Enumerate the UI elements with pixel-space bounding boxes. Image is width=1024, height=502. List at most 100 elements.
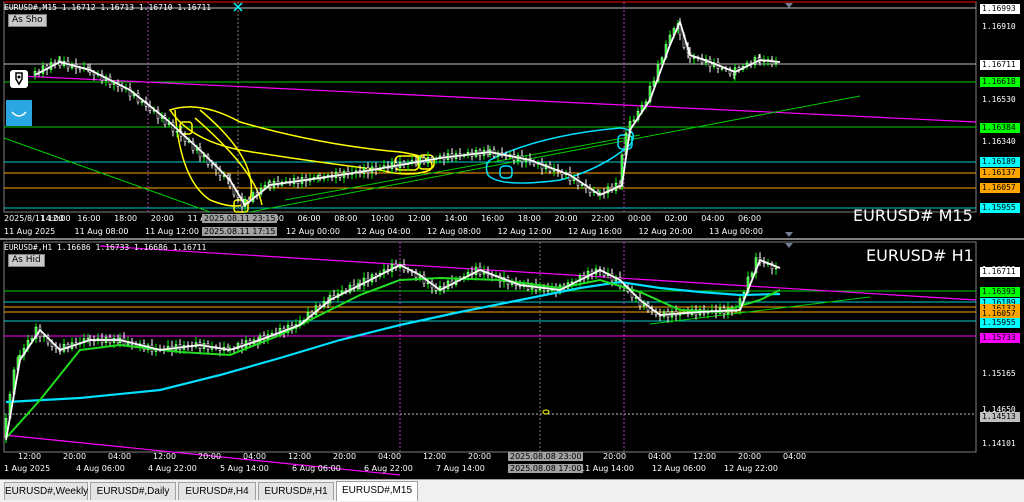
pen-icon[interactable] — [10, 70, 28, 88]
m15-chart-canvas[interactable] — [0, 0, 1024, 238]
time-label: 04:00 — [378, 452, 402, 461]
h1-header: EURUSD#,H1 1.16686 1.16733 1.16686 1.167… — [4, 243, 207, 252]
candle-body — [580, 184, 584, 186]
price-label: 1.16384 — [980, 123, 1020, 133]
time-label: 12 Aug 20:00 — [638, 227, 693, 236]
time-label: 20:00 — [554, 214, 578, 223]
price-label: 1.16057 — [980, 183, 1020, 193]
price-label: 1.16340 — [982, 137, 1016, 146]
m15-chart-label: EURUSD# M15 — [853, 206, 973, 225]
chart-tabs-bar: EURUSD#,Weekly EURUSD#,Daily EURUSD#,H4 … — [0, 479, 1024, 502]
price-label: 1.16189 — [980, 157, 1020, 167]
time-label: 02:00 — [664, 214, 688, 223]
time-label: 14:00 — [40, 214, 64, 223]
candle-body — [774, 267, 778, 270]
h1-chart-canvas[interactable] — [0, 240, 1024, 478]
price-label: 1.16711 — [980, 60, 1020, 70]
time-label: 11 Aug 08:00 — [74, 227, 129, 236]
time-label: 22:00 — [591, 214, 615, 223]
candle-body — [316, 175, 320, 178]
time-label: 12:00 — [407, 214, 431, 223]
tab-m15[interactable]: EURUSD#,M15 — [336, 481, 418, 501]
chart-pane-m15[interactable]: EURUSD#,M15 1.16712 1.16713 1.16710 1.16… — [0, 0, 1024, 238]
price-label: 1.16910 — [982, 22, 1016, 31]
price-label: 1.16530 — [982, 95, 1016, 104]
crosshair-time-label: 2025.08.11 23:15 — [202, 214, 278, 223]
smile-box-icon[interactable] — [6, 100, 32, 126]
time-label: 12:00 — [693, 452, 717, 461]
time-label: 12 Aug 04:00 — [356, 227, 411, 236]
time-label: 04:00 — [243, 452, 267, 461]
m15-header: EURUSD#,M15 1.16712 1.16713 1.16710 1.16… — [4, 3, 212, 12]
candle-body — [175, 131, 179, 133]
time-label: 16:00 — [77, 214, 101, 223]
m15-candles — [33, 17, 778, 213]
price-label: 1.14101 — [982, 439, 1016, 448]
candle-body — [86, 337, 90, 340]
price-label: 1.16711 — [980, 267, 1020, 277]
time-label: 11 Aug 2025 — [4, 227, 56, 236]
time-label: 04:00 — [783, 452, 807, 461]
time-label: 20:00 — [603, 452, 627, 461]
candle-body — [42, 335, 46, 338]
time-label: 12:00 — [153, 452, 177, 461]
time-label: 6 Aug 06:00 — [292, 464, 341, 473]
price-label: 1.15733 — [980, 333, 1020, 343]
time-label: 12 Aug 12:00 — [497, 227, 552, 236]
tab-h4[interactable]: EURUSD#,H4 — [178, 482, 256, 500]
time-label: 7 Aug 14:00 — [436, 464, 485, 473]
time-label: 20:00 — [738, 452, 762, 461]
time-label: 18:00 — [114, 214, 138, 223]
time-label: 06:00 — [297, 214, 321, 223]
crosshair-icon — [233, 2, 243, 12]
shift-marker — [785, 3, 793, 8]
time-label: 04:00 — [701, 214, 725, 223]
price-label: 1.15165 — [982, 369, 1016, 378]
crosshair-time-label: 2025.08.08 17:00 — [508, 464, 584, 473]
candle-body — [140, 100, 144, 103]
candle-body — [632, 119, 636, 122]
crosshair-time-label: 2025.08.08 23:00 — [508, 452, 584, 461]
time-label: 12 Aug 16:00 — [568, 227, 622, 236]
time-label: 12 Aug 08:00 — [427, 227, 481, 236]
price-label: 1.16393 — [980, 287, 1020, 297]
time-label: 06:00 — [738, 214, 762, 223]
h1-white-ma — [5, 258, 781, 441]
price-label: 1.14513 — [980, 412, 1020, 422]
tab-h1[interactable]: EURUSD#,H1 — [258, 482, 334, 500]
time-label: 5 Aug 14:00 — [220, 464, 269, 473]
m15-as-button[interactable]: As Sho — [8, 14, 47, 27]
candle-body — [762, 262, 766, 265]
price-label: 1.16618 — [980, 77, 1020, 87]
time-label: 00:00 — [627, 214, 651, 223]
time-label: 04:00 — [648, 452, 672, 461]
time-label: 10:00 — [371, 214, 395, 223]
price-label: 1.15955 — [980, 318, 1020, 328]
time-label: 4 Aug 06:00 — [76, 464, 125, 473]
time-label: 20:00 — [198, 452, 222, 461]
time-label: 20:00 — [468, 452, 492, 461]
tab-daily[interactable]: EURUSD#,Daily — [90, 482, 176, 500]
chart-pane-h1[interactable]: EURUSD#,H1 1.16686 1.16733 1.16686 1.167… — [0, 240, 1024, 478]
price-label: 1.16137 — [980, 168, 1020, 178]
time-label: 6 Aug 22:00 — [364, 464, 413, 473]
time-label: 12 Aug 00:00 — [286, 227, 340, 236]
crosshair-time-label: 2025.08.11 17:15 — [202, 227, 278, 236]
candle-body — [210, 163, 214, 166]
time-label: 08:00 — [334, 214, 358, 223]
time-label: 12 Aug 06:00 — [652, 464, 706, 473]
time-label: 20:00 — [150, 214, 174, 223]
time-label: 16:00 — [481, 214, 505, 223]
time-label: 13 Aug 00:00 — [709, 227, 763, 236]
time-label: 14:00 — [444, 214, 468, 223]
time-label: 12:00 — [288, 452, 312, 461]
time-label: 1 Aug 2025 — [4, 464, 51, 473]
time-label: 11 Aug 12:00 — [145, 227, 199, 236]
time-label: 4 Aug 22:00 — [148, 464, 197, 473]
h1-cyan-ma — [5, 280, 781, 404]
tab-weekly[interactable]: EURUSD#,Weekly — [4, 482, 88, 500]
time-label: 12 Aug 22:00 — [724, 464, 778, 473]
candle-body — [720, 67, 724, 70]
time-label: 12:00 — [423, 452, 447, 461]
h1-as-button[interactable]: As Hid — [8, 254, 45, 267]
